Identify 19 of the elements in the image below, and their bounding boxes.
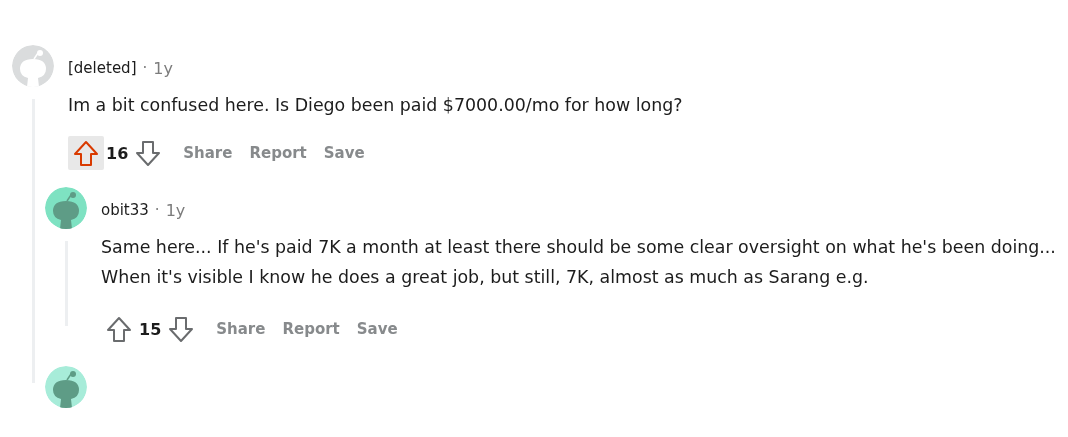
upvote-icon[interactable] [68,136,104,170]
separator-dot: · [154,201,160,219]
share-button[interactable]: Share [183,144,233,162]
timestamp: 1y [153,58,173,78]
share-button[interactable]: Share [216,320,266,338]
vote-count: 15 [139,319,162,339]
save-button[interactable]: Save [356,320,398,338]
vote-count: 16 [106,143,129,163]
separator-dot: · [142,59,148,77]
username[interactable]: obit33 [101,201,149,219]
timestamp: 1y [165,200,186,220]
save-button[interactable]: Save [323,144,365,162]
comment-text: Im a bit confused here. Is Diego been paid $7000.00/mo for how long? [68,94,684,117]
avatar-icon[interactable] [45,366,87,408]
comment-text: Same here... If he's paid 7K a month at least there should be some clear oversight on what he's been doing... When it's visible I know he does a great job, but still, 7K, almost as much as Sarang e.g. [101,236,1057,289]
username[interactable]: [deleted] [68,59,137,77]
report-button[interactable]: Report [249,144,307,162]
avatar-icon[interactable] [45,187,87,229]
report-button[interactable]: Report [282,320,340,338]
